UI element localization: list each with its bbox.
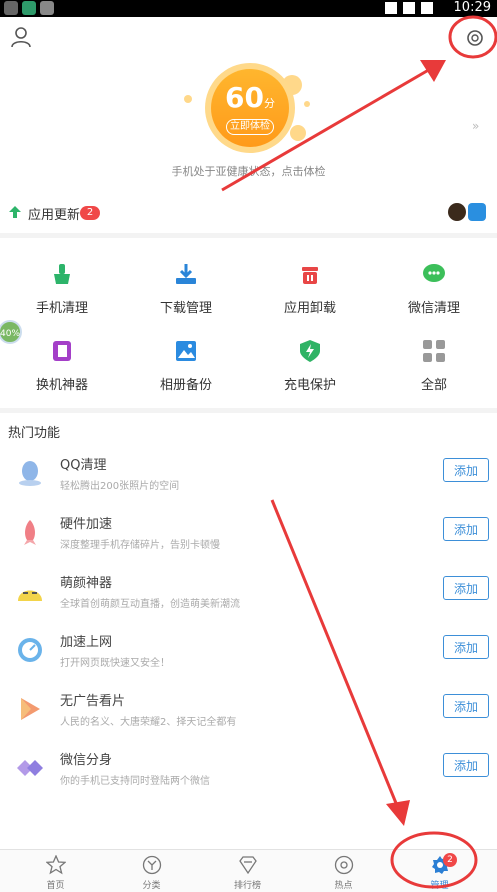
nav-manage[interactable]: 2 管理	[390, 850, 489, 892]
update-arrow-icon	[9, 206, 21, 218]
grid-icon	[423, 340, 445, 362]
nav-ranking[interactable]: 排行榜	[198, 850, 297, 892]
nav-category[interactable]: 分类	[102, 850, 201, 892]
app-update-label: 应用更新	[28, 208, 81, 223]
app-update-badge: 2	[80, 206, 100, 220]
nav-badge: 2	[443, 853, 457, 867]
tool-label: 换机神器	[35, 378, 88, 393]
list-item[interactable]: 无广告看片 人民的名义、大唐荣耀2、择天记全都有 添加	[0, 685, 497, 743]
tool-wechat-clean[interactable]: 微信清理	[372, 246, 496, 316]
item-desc: 深度整理手机存储碎片，告别卡顿慢	[60, 540, 220, 551]
user-icon[interactable]	[10, 26, 32, 48]
add-button[interactable]: 添加	[443, 517, 489, 541]
add-button[interactable]: 添加	[443, 458, 489, 482]
health-status-text[interactable]: 手机处于亚健康状态，点击体检	[0, 163, 497, 179]
item-name: QQ清理	[60, 458, 107, 473]
list-item[interactable]: 硬件加速 深度整理手机存储碎片，告别卡顿慢 添加	[0, 508, 497, 566]
hotspot-icon	[334, 855, 354, 875]
add-button[interactable]: 添加	[443, 694, 489, 718]
tool-phone-clean[interactable]: 手机清理	[0, 246, 124, 316]
list-item[interactable]: 萌颜神器 全球首创萌颜互动直播，创造萌美新潮流 添加	[0, 567, 497, 625]
item-desc: 全球首创萌颜互动直播，创造萌美新潮流	[60, 599, 240, 610]
tool-label: 手机清理	[35, 301, 88, 316]
tool-label: 相册备份	[159, 378, 212, 393]
broom-icon	[54, 264, 70, 284]
trash-icon	[302, 267, 318, 284]
tool-label: 应用卸载	[283, 301, 336, 316]
category-icon	[142, 855, 162, 875]
play-icon	[21, 698, 40, 720]
tool-label: 充电保护	[283, 378, 336, 393]
notification-icon	[4, 1, 18, 15]
tool-app-uninstall[interactable]: 应用卸载	[248, 246, 372, 316]
tool-charge-protect[interactable]: 充电保护	[248, 323, 372, 393]
battery-icon	[421, 2, 433, 14]
add-button[interactable]: 添加	[443, 576, 489, 600]
tool-all[interactable]: 全部	[372, 323, 496, 393]
score-value: 60分	[225, 81, 275, 114]
nav-label: 首页	[46, 881, 65, 891]
decor-bubble	[304, 101, 310, 107]
list-item[interactable]: 微信分身 你的手机已支持同时登陆两个微信 添加	[0, 744, 497, 802]
tool-download-manager[interactable]: 下载管理	[124, 246, 248, 316]
item-name: 加速上网	[60, 635, 113, 650]
charge-shield-icon	[300, 340, 320, 362]
app-icon	[448, 203, 466, 221]
nav-hotspot[interactable]: 热点	[294, 850, 393, 892]
photo-icon	[176, 341, 196, 361]
tools-grid: 手机清理 下载管理 应用卸载 微信清理 换机神器 相册备份 充电保护 全部	[0, 238, 497, 408]
list-item[interactable]: QQ清理 轻松腾出200张照片的空间 添加	[0, 449, 497, 507]
item-desc: 你的手机已支持同时登陆两个微信	[60, 776, 210, 787]
status-time: 10:29	[453, 0, 491, 15]
tool-label: 全部	[420, 378, 447, 393]
phone-swap-icon	[53, 341, 71, 361]
download-icon	[176, 264, 196, 284]
rank-icon	[239, 856, 257, 875]
app-update-row[interactable]: 应用更新 2	[0, 200, 497, 226]
section-title: 热门功能	[8, 426, 61, 441]
nav-label: 分类	[142, 881, 161, 891]
decor-bubble	[184, 95, 192, 103]
item-desc: 人民的名义、大唐荣耀2、择天记全都有	[60, 717, 237, 728]
list-item[interactable]: 加速上网 打开网页既快速又安全！ 添加	[0, 626, 497, 684]
status-notification-icons	[4, 1, 54, 15]
notification-icon	[40, 1, 54, 15]
nav-label: 排行榜	[233, 881, 261, 891]
item-name: 萌颜神器	[60, 576, 113, 591]
nav-label: 热点	[334, 881, 353, 891]
item-name: 硬件加速	[60, 517, 113, 532]
bottom-nav: 首页 分类 排行榜 热点 2 管理	[0, 849, 497, 892]
item-name: 微信分身	[60, 753, 113, 768]
nav-home[interactable]: 首页	[6, 850, 105, 892]
check-now-button[interactable]: 立即体检	[226, 119, 274, 135]
qq-icon	[19, 461, 41, 486]
item-desc: 轻松腾出200张照片的空间	[60, 481, 180, 492]
diamond-icon	[17, 760, 43, 776]
item-name: 无广告看片	[60, 694, 126, 709]
item-desc: 打开网页既快速又安全！	[60, 658, 170, 669]
add-button[interactable]: 添加	[443, 635, 489, 659]
wechat-icon	[423, 264, 445, 282]
signal-icon	[403, 2, 415, 14]
settings-gear-icon[interactable]	[464, 27, 486, 49]
notification-icon	[22, 1, 36, 15]
hot-features-section: 热门功能 QQ清理 轻松腾出200张照片的空间 添加 硬件加速 深度整理手机存储…	[0, 413, 497, 849]
wifi-icon	[385, 2, 397, 14]
rocket-icon	[24, 520, 36, 545]
health-score-button[interactable]: 60分 立即体检	[205, 63, 295, 153]
add-button[interactable]: 添加	[443, 753, 489, 777]
status-bar: 10:29	[0, 0, 497, 17]
more-arrows-icon[interactable]: »	[472, 119, 479, 133]
nav-label: 管理	[430, 881, 449, 891]
speedometer-icon	[18, 638, 42, 662]
star-icon	[46, 855, 66, 875]
tool-photo-backup[interactable]: 相册备份	[124, 323, 248, 393]
header-card: 60分 立即体检 » 手机处于亚健康状态，点击体检 应用更新 2	[0, 17, 497, 233]
cute-face-icon	[18, 590, 42, 601]
app-icon	[468, 203, 486, 221]
tool-label: 微信清理	[407, 301, 460, 316]
tool-label: 下载管理	[159, 301, 212, 316]
status-system-icons	[385, 2, 433, 14]
